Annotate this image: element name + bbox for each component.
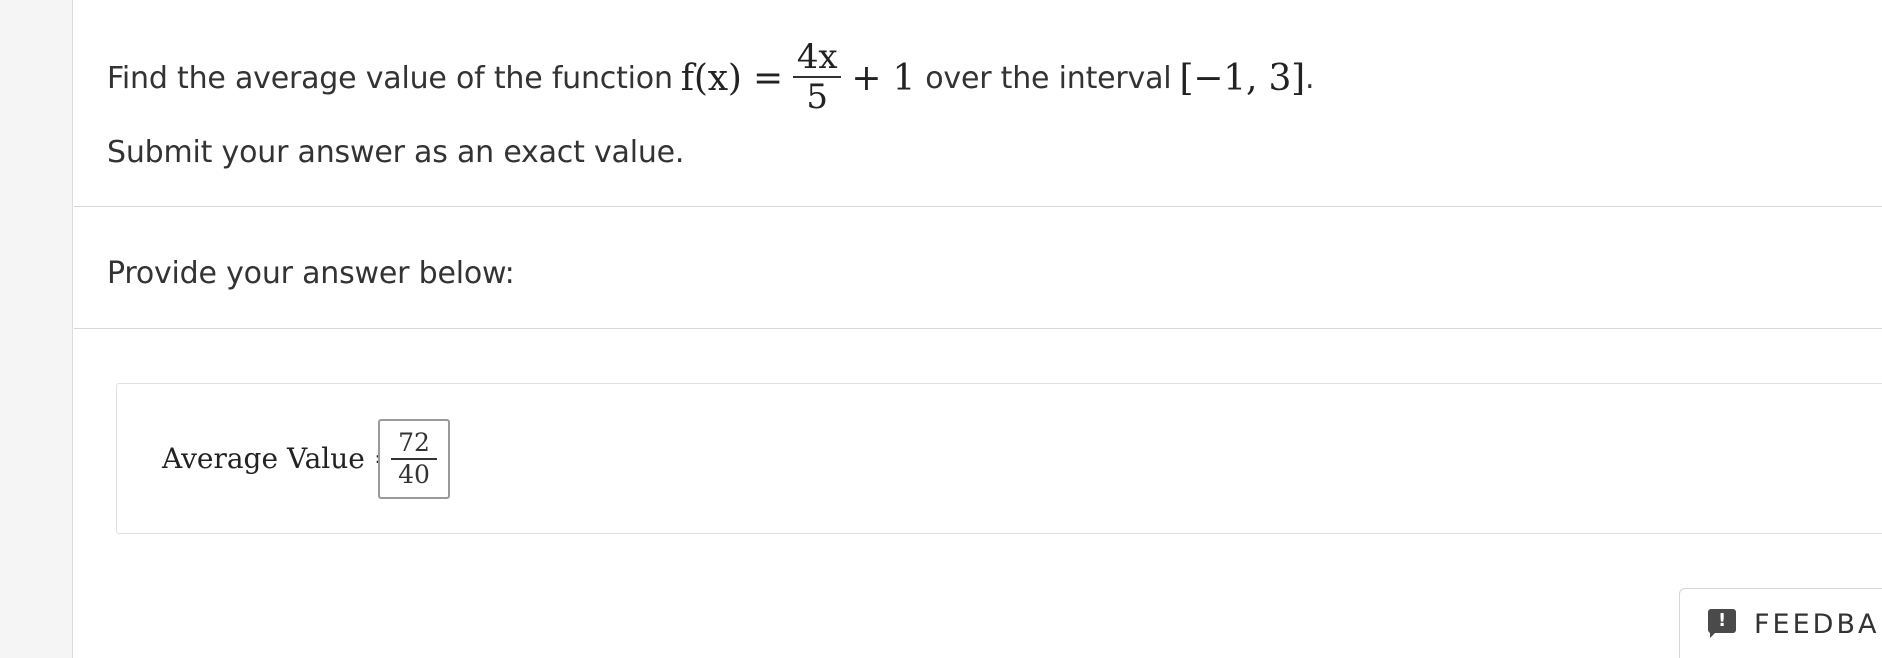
answer-prompt: Provide your answer below: bbox=[107, 256, 515, 291]
question-lead: Find the average value of the function bbox=[107, 61, 673, 97]
interval: [−1, 3] bbox=[1179, 58, 1305, 100]
function-lhs: f(x) = bbox=[680, 58, 783, 100]
answer-prompt-section: Provide your answer below: bbox=[74, 207, 1882, 329]
fraction-denominator: 5 bbox=[806, 77, 828, 118]
function-tail: + 1 bbox=[851, 58, 916, 100]
question-text: Find the average value of the function f… bbox=[107, 37, 1315, 118]
answer-card: Average Value = 72 40 bbox=[116, 383, 1882, 534]
function-fraction: 4x 5 bbox=[792, 37, 842, 118]
answer-numerator: 72 bbox=[398, 427, 430, 457]
fraction-numerator: 4x bbox=[796, 37, 838, 77]
answer-denominator: 40 bbox=[398, 459, 430, 489]
question-mid: over the interval bbox=[925, 61, 1172, 97]
left-gutter bbox=[0, 0, 73, 658]
answer-input[interactable]: 72 40 bbox=[378, 419, 450, 499]
feedback-label: FEEDBA bbox=[1754, 609, 1880, 640]
question-end: . bbox=[1305, 61, 1315, 97]
answer-label: Average Value = bbox=[162, 442, 398, 475]
feedback-exclamation-icon: ! bbox=[1708, 609, 1738, 639]
feedback-button[interactable]: ! FEEDBA bbox=[1679, 588, 1882, 658]
question-section: Find the average value of the function f… bbox=[74, 0, 1882, 207]
instruction-text: Submit your answer as an exact value. bbox=[107, 135, 685, 170]
